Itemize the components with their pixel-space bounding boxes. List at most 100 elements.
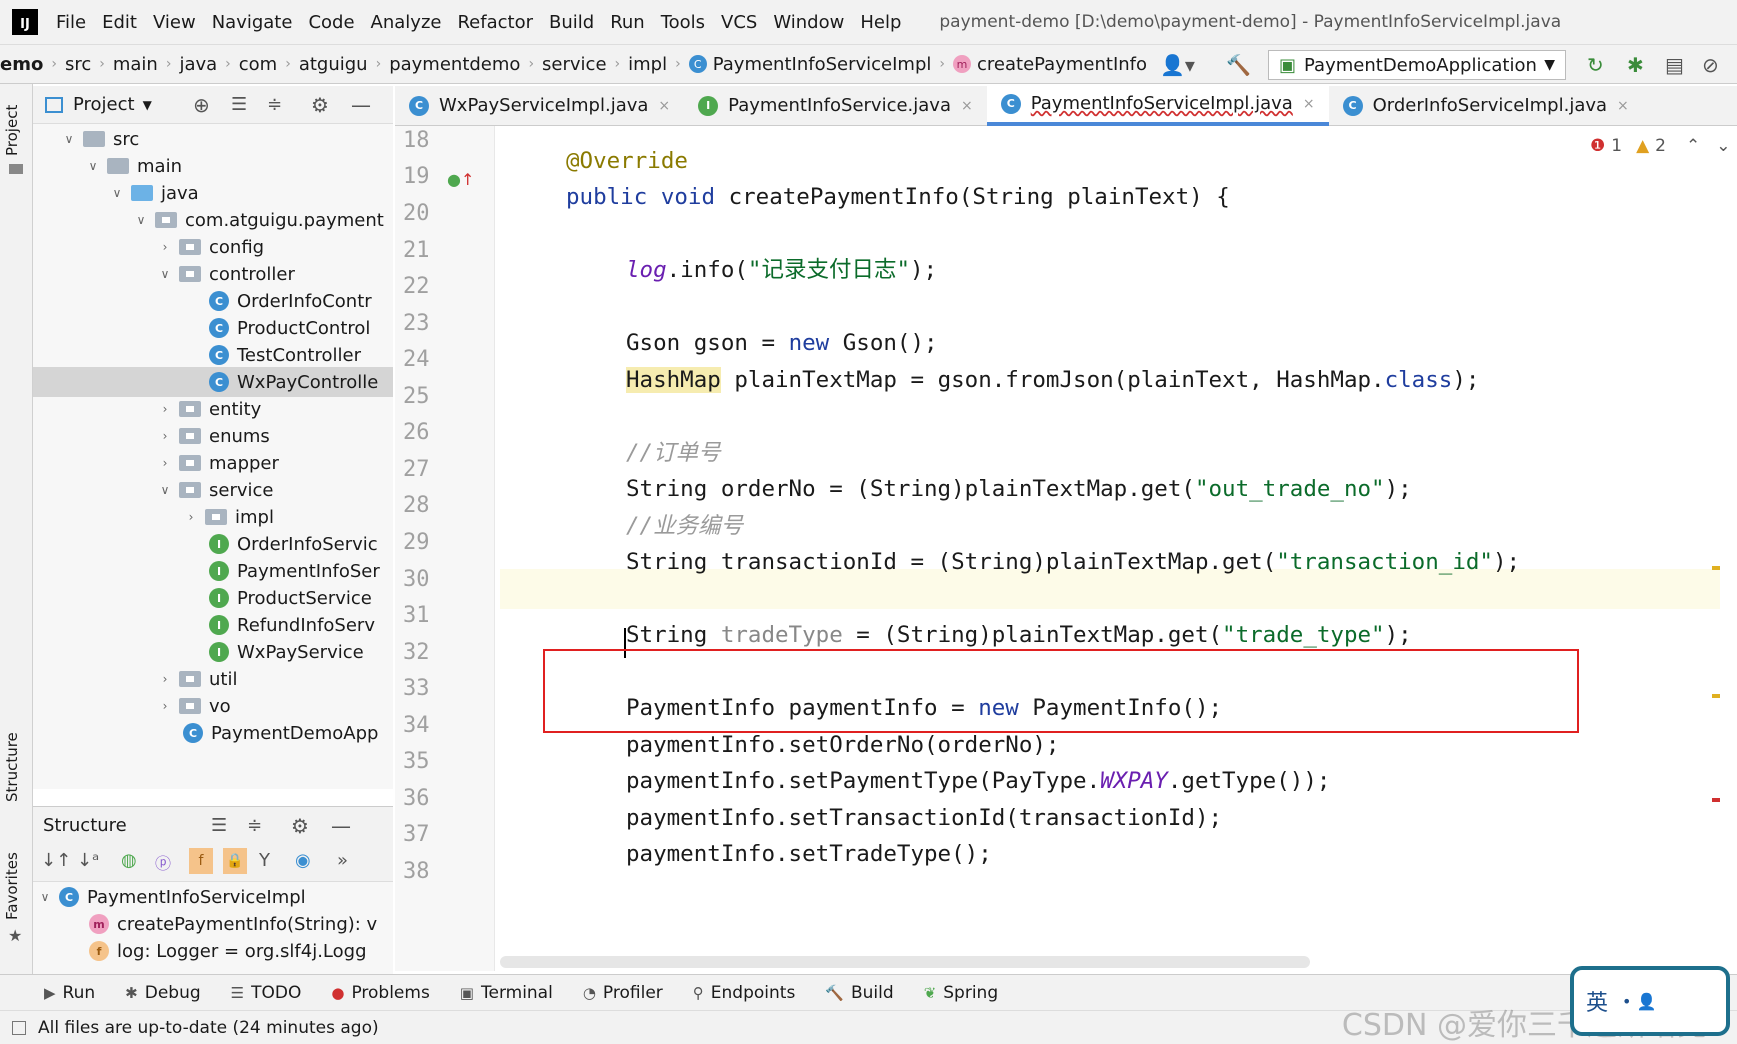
code-line-36[interactable]: paymentInfo.setTransactionId(transaction… (626, 798, 1222, 838)
sort-visibility-icon[interactable]: ↓↑ (41, 850, 71, 871)
scroll-marker[interactable] (1712, 694, 1720, 698)
breadcrumb-main[interactable]: main (113, 54, 158, 75)
structure-item-field[interactable]: f log: Logger = org.slf4j.Logg (89, 936, 367, 966)
menu-code[interactable]: Code (308, 12, 354, 33)
coverage-icon[interactable]: ▤ (1665, 53, 1684, 77)
tree-item-util[interactable]: › util (157, 664, 238, 694)
menu-analyze[interactable]: Analyze (371, 12, 442, 33)
tree-item-app-class[interactable]: C PaymentDemoApp (183, 718, 378, 748)
sort-alpha-icon[interactable]: ↓ᵃ (77, 850, 99, 871)
menu-view[interactable]: View (153, 12, 196, 33)
chevron-right-icon[interactable]: › (157, 429, 173, 443)
tool-problems[interactable]: ● Problems (331, 983, 429, 1003)
project-view-select[interactable]: Project (73, 94, 135, 115)
breadcrumb-impl[interactable]: impl (628, 54, 667, 75)
tree-item-config[interactable]: › config (157, 232, 265, 262)
breadcrumb-src[interactable]: src (65, 54, 91, 75)
menu-refactor[interactable]: Refactor (457, 12, 533, 33)
gear-icon[interactable]: ⚙ (311, 93, 329, 117)
close-icon[interactable]: × (961, 98, 973, 114)
horizontal-scrollbar[interactable] (500, 956, 1310, 968)
close-icon[interactable]: × (1617, 98, 1629, 114)
more-icon[interactable]: » (337, 850, 348, 871)
editor-gutter[interactable]: 18 19 ●↑ 20 21 22 23 24 25 26 27 28 29 3… (395, 126, 495, 971)
locate-icon[interactable]: ⊕ (193, 93, 210, 117)
tool-build[interactable]: 🔨 Build (825, 983, 893, 1003)
chevron-right-icon[interactable]: › (157, 402, 173, 416)
show-inherited-icon[interactable]: ◍ (121, 850, 137, 871)
debug-icon[interactable]: ✱ (1627, 53, 1644, 77)
code-line-21[interactable]: log.info("记录支付日志"); (626, 250, 937, 290)
tool-spring[interactable]: ❦ Spring (924, 983, 998, 1003)
tree-item-mapper[interactable]: › mapper (157, 448, 279, 478)
menu-run[interactable]: Run (610, 12, 645, 33)
chevron-down-icon[interactable]: ∨ (109, 186, 125, 200)
structure-item-method[interactable]: m createPaymentInfo(String): v (89, 909, 377, 939)
menu-help[interactable]: Help (860, 12, 901, 33)
structure-item-class[interactable]: ∨ C PaymentInfoServiceImpl (37, 882, 306, 912)
chevron-down-icon[interactable]: ∨ (157, 267, 173, 281)
menu-build[interactable]: Build (549, 12, 594, 33)
chevron-down-icon[interactable]: ∨ (37, 890, 53, 904)
tool-terminal[interactable]: ▣ Terminal (460, 983, 553, 1003)
tool-window-project[interactable]: Project (3, 105, 21, 156)
filter-icon[interactable]: Y (259, 850, 270, 871)
chevron-right-icon[interactable]: › (157, 699, 173, 713)
breadcrumb-atguigu[interactable]: atguigu (299, 54, 368, 75)
chevron-up-icon[interactable]: ⌃ (1686, 136, 1700, 156)
tool-profiler[interactable]: ◔ Profiler (583, 983, 663, 1003)
tree-item-entity[interactable]: › entity (157, 394, 262, 424)
expand-all-icon[interactable]: ☰ (211, 815, 227, 836)
minimize-icon[interactable]: — (351, 93, 371, 117)
chevron-down-icon[interactable]: ∨ (61, 132, 77, 146)
minimize-icon[interactable]: — (331, 814, 351, 838)
breadcrumb-service[interactable]: service (542, 54, 606, 75)
menu-tools[interactable]: Tools (661, 12, 705, 33)
profiler-icon[interactable]: ⊘ (1702, 53, 1719, 77)
close-icon[interactable]: × (1303, 96, 1315, 112)
tab-wxpayserviceimpl[interactable]: C WxPayServiceImpl.java × (395, 86, 684, 126)
code-editor[interactable]: @Override public void createPaymentInfo(… (500, 126, 1720, 971)
show-fields-icon[interactable]: f (189, 848, 213, 874)
tool-run[interactable]: ▶ Run (44, 983, 95, 1003)
code-line-24[interactable]: HashMap plainTextMap = gson.fromJson(pla… (626, 360, 1479, 400)
tree-item-interface[interactable]: I PaymentInfoSer (209, 556, 380, 586)
tree-item-enums[interactable]: › enums (157, 421, 270, 451)
implements-marker-icon[interactable]: ●↑ (447, 170, 474, 189)
tree-item-service[interactable]: ∨ service (157, 475, 274, 505)
tree-item-class[interactable]: C OrderInfoContr (209, 286, 372, 316)
tool-todo[interactable]: ☰ TODO (231, 983, 302, 1003)
tree-item-class[interactable]: C ProductControl (209, 313, 370, 343)
menu-file[interactable]: File (56, 12, 86, 33)
breadcrumb-paymentdemo[interactable]: paymentdemo (389, 54, 520, 75)
code-line-35[interactable]: paymentInfo.setPaymentType(PayType.WXPAY… (626, 761, 1330, 801)
scroll-marker[interactable] (1712, 566, 1720, 570)
tree-item-controller[interactable]: ∨ controller (157, 259, 295, 289)
tree-item-interface[interactable]: I WxPayService (209, 637, 364, 667)
breadcrumb-class[interactable]: C PaymentInfoServiceImpl (688, 54, 931, 75)
tree-item-interface[interactable]: I OrderInfoServic (209, 529, 378, 559)
inspection-widget[interactable]: ❶ 1 ▲ 2 ⌃ ⌄ (1590, 136, 1730, 156)
chevron-down-icon[interactable]: ▼ (143, 98, 152, 112)
chevron-down-icon[interactable]: ∨ (157, 483, 173, 497)
tree-item-main[interactable]: ∨ main (85, 151, 182, 181)
chevron-right-icon[interactable]: › (157, 240, 173, 254)
scroll-marker[interactable] (1712, 798, 1720, 802)
tree-item-impl[interactable]: › impl (183, 502, 274, 532)
breadcrumb-com[interactable]: com (239, 54, 277, 75)
gear-icon[interactable]: ⚙ (291, 814, 309, 838)
collapse-all-icon[interactable]: ≑ (247, 815, 262, 836)
expand-all-icon[interactable]: ☰ (231, 94, 247, 115)
tab-paymentinfoserviceimpl[interactable]: C PaymentInfoServiceImpl.java × (986, 85, 1329, 126)
chevron-down-icon[interactable]: ∨ (133, 213, 149, 227)
chevron-right-icon[interactable]: › (183, 510, 199, 524)
tree-item-package[interactable]: ∨ com.atguigu.payment (133, 205, 384, 235)
run-config-select[interactable]: ▣ PaymentDemoApplication ▼ (1268, 50, 1566, 80)
show-properties-icon[interactable]: ⓟ (155, 850, 171, 874)
menu-vcs[interactable]: VCS (721, 12, 757, 33)
tab-orderinfoserviceimpl[interactable]: C OrderInfoServiceImpl.java × (1329, 86, 1643, 126)
tool-window-favorites[interactable]: Favorites (3, 852, 21, 920)
chevron-down-icon[interactable]: ∨ (85, 159, 101, 173)
chevron-right-icon[interactable]: › (157, 456, 173, 470)
chevron-down-icon[interactable]: ⌄ (1716, 136, 1730, 156)
